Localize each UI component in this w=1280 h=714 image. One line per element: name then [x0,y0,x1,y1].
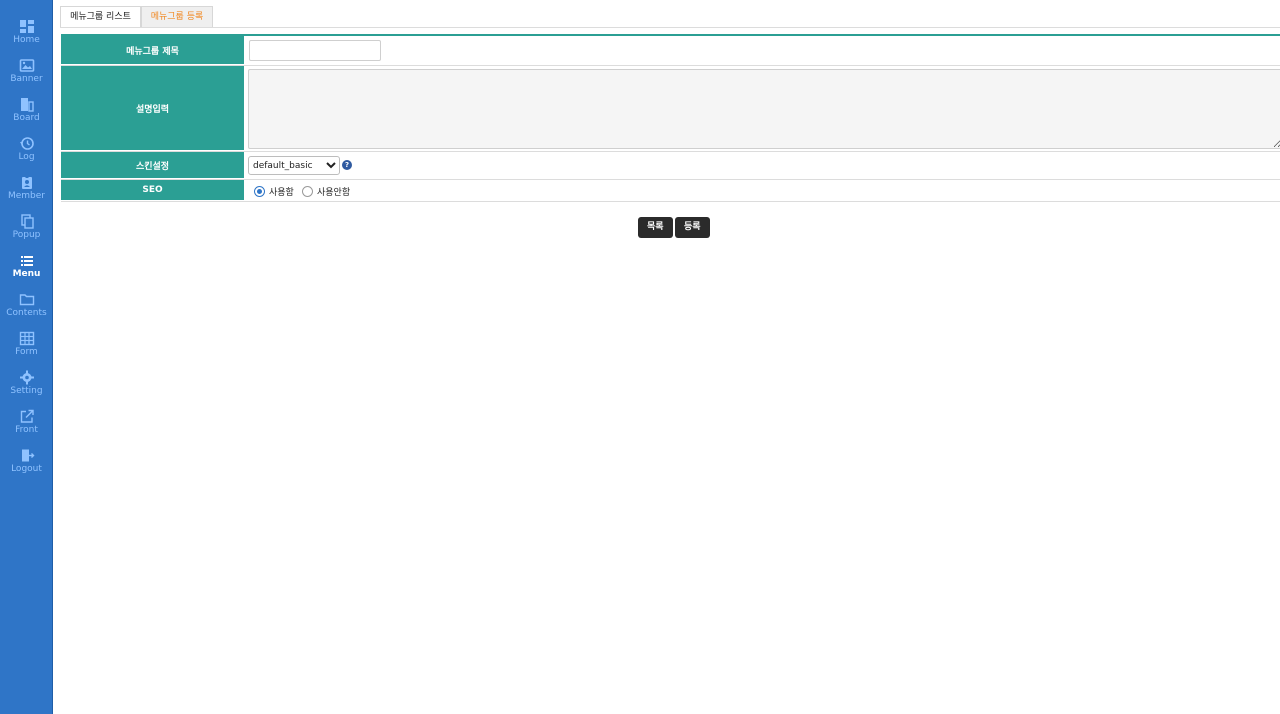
submit-button[interactable]: 등록 [675,217,710,238]
seo-option-use-label: 사용함 [269,187,294,198]
skin-field-cell: default_basic ? [246,152,1280,179]
nav-label: Log [18,152,35,162]
nav-label: Setting [10,386,43,396]
external-link-icon [19,409,35,424]
table-icon [19,331,35,346]
menugroup-title-input[interactable] [249,40,381,61]
nav-label: Home [13,35,40,45]
form-row-skin: 스킨설정 default_basic ? [61,152,1280,180]
nav-label: Banner [10,74,43,84]
nav-item-log[interactable]: Log [0,125,53,164]
member-badge-icon [19,175,35,190]
seo-radio-not-use[interactable]: 사용안함 [302,184,350,198]
nav-item-banner[interactable]: Banner [0,47,53,86]
gear-icon [19,370,35,385]
menugroup-form: 메뉴그룹 제목 설명입력 스킨설정 default_basic ? SEO 사용… [61,34,1280,202]
tab-menugroup-register[interactable]: 메뉴그룹 등록 [141,6,213,28]
form-row-description: 설명입력 [61,66,1280,152]
radio-checked-icon[interactable] [254,185,265,197]
list-button[interactable]: 목록 [638,217,673,238]
seo-radio-use[interactable]: 사용함 [254,184,294,198]
nav-item-home[interactable]: Home [0,8,53,47]
history-icon [19,136,35,151]
form-row-title: 메뉴그룹 제목 [61,36,1280,66]
radio-unchecked-icon[interactable] [302,185,313,197]
dashboard-icon [19,19,35,34]
seo-option-not-use-label: 사용안함 [317,187,351,198]
nav-item-front[interactable]: Front [0,398,53,437]
skin-label: 스킨설정 [61,152,244,179]
nav-label: Menu [12,269,41,279]
tab-menugroup-list[interactable]: 메뉴그룹 리스트 [60,6,141,28]
sidebar: Home Banner Board Log Member Popup Menu … [0,0,53,714]
image-icon [19,58,35,73]
nav-item-form[interactable]: Form [0,320,53,359]
nav-label: Front [15,425,38,435]
list-icon [19,253,35,268]
nav-label: Logout [11,464,42,474]
description-label: 설명입력 [61,66,244,151]
nav-item-menu[interactable]: Menu [0,242,53,281]
logout-icon [19,448,35,463]
seo-label: SEO [61,180,244,201]
nav-item-logout[interactable]: Logout [0,437,53,476]
nav-item-contents[interactable]: Contents [0,281,53,320]
folder-icon [19,292,35,307]
skin-select[interactable]: default_basic [248,156,340,175]
help-icon[interactable]: ? [342,160,352,170]
nav-label: Popup [12,230,41,240]
nav-item-popup[interactable]: Popup [0,203,53,242]
description-field-cell [246,66,1280,151]
board-icon [19,97,35,112]
nav-item-setting[interactable]: Setting [0,359,53,398]
form-row-seo: SEO 사용함 사용안함 [61,180,1280,202]
title-label: 메뉴그룹 제목 [61,36,244,65]
nav-item-board[interactable]: Board [0,86,53,125]
nav-label: Form [15,347,38,357]
nav-label: Contents [6,308,47,318]
nav-item-member[interactable]: Member [0,164,53,203]
nav-label: Board [13,113,40,123]
seo-field-cell: 사용함 사용안함 [246,180,1280,201]
description-textarea[interactable] [248,69,1280,149]
copy-icon [19,214,35,229]
title-field-cell [246,36,1280,65]
tab-divider [60,27,1280,28]
nav-label: Member [7,191,46,201]
